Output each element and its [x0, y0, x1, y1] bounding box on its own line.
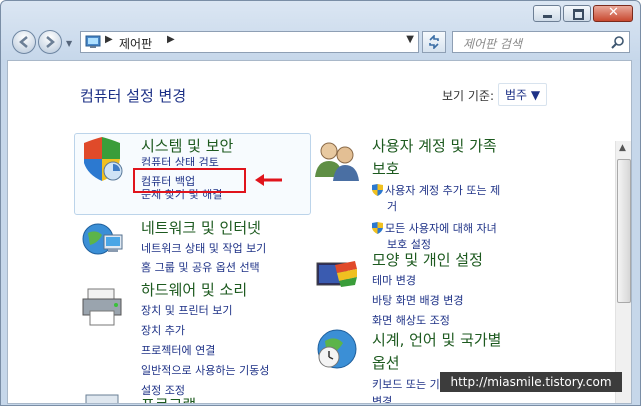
programs-icon	[85, 394, 119, 403]
refresh-button[interactable]	[422, 31, 446, 53]
search-field[interactable]: 제어판 검색	[452, 31, 630, 53]
link-parental-controls[interactable]: 모든 사용자에 대해 자녀	[385, 222, 497, 235]
forward-button[interactable]	[38, 30, 62, 54]
clock-language-region-icon	[317, 329, 357, 369]
vertical-scrollbar[interactable]: ▲	[615, 141, 631, 403]
link-add-remove-accounts[interactable]: 사용자 계정 추가 또는 제	[385, 184, 500, 197]
minimize-button[interactable]	[533, 5, 561, 22]
user-accounts-icon	[315, 142, 359, 181]
uac-shield-icon	[372, 184, 383, 196]
link-network-status[interactable]: 네트워크 상태 및 작업 보기	[141, 240, 266, 256]
link-adjust-resolution[interactable]: 화면 해상도 조정	[372, 312, 483, 328]
link-change-theme[interactable]: 테마 변경	[372, 272, 483, 288]
network-globe-icon	[82, 223, 123, 255]
scroll-thumb[interactable]	[617, 159, 631, 303]
category-title-line1[interactable]: 시계, 언어 및 국가별	[372, 329, 501, 350]
category-network[interactable]: 네트워크 및 인터넷 네트워크 상태 및 작업 보기 홈 그룹 및 공유 옵션 …	[141, 217, 266, 275]
category-clock-language-region[interactable]: 시계, 언어 및 국가별 옵션 키보드 또는 기타 입력 방법 변경	[372, 329, 501, 403]
annotation-red-box	[133, 168, 246, 193]
view-by-label: 보기 기준:	[442, 89, 495, 103]
uac-shield-icon	[372, 222, 383, 234]
appearance-personalization-icon	[316, 261, 357, 287]
address-dropdown-icon[interactable]: ▼	[406, 34, 414, 45]
system-security-shield-icon	[84, 137, 123, 181]
category-title-line2[interactable]: 보호	[372, 158, 500, 179]
link-homegroup[interactable]: 홈 그룹 및 공유 옵션 선택	[141, 259, 266, 275]
category-title[interactable]: 네트워크 및 인터넷	[141, 217, 266, 238]
maximize-button[interactable]	[563, 5, 591, 22]
link-connect-projector[interactable]: 프로젝터에 연결	[141, 342, 269, 358]
hardware-printer-icon	[82, 288, 122, 326]
refresh-icon	[429, 35, 439, 49]
category-programs[interactable]: 프로그램	[141, 394, 196, 403]
category-title[interactable]: 하드웨어 및 소리	[141, 279, 269, 300]
breadcrumb-separator-icon[interactable]: ▶	[105, 34, 113, 45]
control-panel-icon	[85, 35, 101, 48]
close-icon: ✕	[608, 5, 619, 20]
link-add-remove-accounts-cont[interactable]: 거	[387, 198, 500, 214]
page-title: 컴퓨터 설정 변경	[80, 87, 187, 105]
category-title-line1[interactable]: 사용자 계정 및 가족	[372, 135, 500, 156]
breadcrumb-separator-icon[interactable]: ▶	[167, 34, 175, 45]
category-hardware[interactable]: 하드웨어 및 소리 장치 및 프린터 보기 장치 추가 프로젝터에 연결 일반적…	[141, 279, 269, 398]
recent-pages-chevron-icon[interactable]: ▼	[66, 39, 72, 48]
category-title-line2[interactable]: 옵션	[372, 352, 501, 373]
annotation-arrow-icon	[255, 174, 282, 186]
link-change-keyboard-cont[interactable]: 변경	[372, 393, 501, 403]
breadcrumb-control-panel[interactable]: 제어판	[119, 35, 152, 52]
category-title[interactable]: 시스템 및 보안	[141, 135, 233, 156]
link-change-background[interactable]: 바탕 화면 배경 변경	[372, 292, 483, 308]
link-review-status[interactable]: 컴퓨터 상태 검토	[141, 154, 219, 166]
category-appearance[interactable]: 모양 및 개인 설정 테마 변경 바탕 화면 배경 변경 화면 해상도 조정	[372, 249, 483, 328]
scroll-up-arrow-icon[interactable]: ▲	[619, 143, 626, 153]
link-add-device[interactable]: 장치 추가	[141, 322, 269, 338]
category-title[interactable]: 모양 및 개인 설정	[372, 249, 483, 270]
back-arrow-icon	[19, 36, 28, 48]
control-panel-content: 컴퓨터 설정 변경 보기 기준: 범주 ▼ 시스템 및 보안 컴퓨터 상태 검토…	[7, 60, 632, 404]
category-user-accounts[interactable]: 사용자 계정 및 가족 보호 사용자 계정 추가 또는 제 거 모든 사용자에 …	[372, 135, 500, 252]
search-icon[interactable]	[611, 35, 625, 49]
link-mobility-settings[interactable]: 일반적으로 사용하는 기동성	[141, 362, 269, 378]
category-system-security[interactable]: 시스템 및 보안	[141, 135, 233, 156]
category-title[interactable]: 프로그램	[141, 394, 196, 403]
close-button[interactable]: ✕	[593, 5, 633, 22]
search-placeholder: 제어판 검색	[463, 37, 523, 51]
view-by-dropdown[interactable]: 범주 ▼	[498, 83, 548, 106]
address-bar[interactable]: ▶ 제어판 ▶ ▼	[80, 31, 419, 53]
back-button[interactable]	[12, 30, 36, 54]
watermark: http://miasmile.tistory.com	[440, 372, 622, 392]
link-clip: 컴퓨터 상태 검토	[141, 154, 219, 166]
forward-arrow-icon	[46, 36, 55, 48]
link-devices-printers[interactable]: 장치 및 프린터 보기	[141, 302, 269, 318]
